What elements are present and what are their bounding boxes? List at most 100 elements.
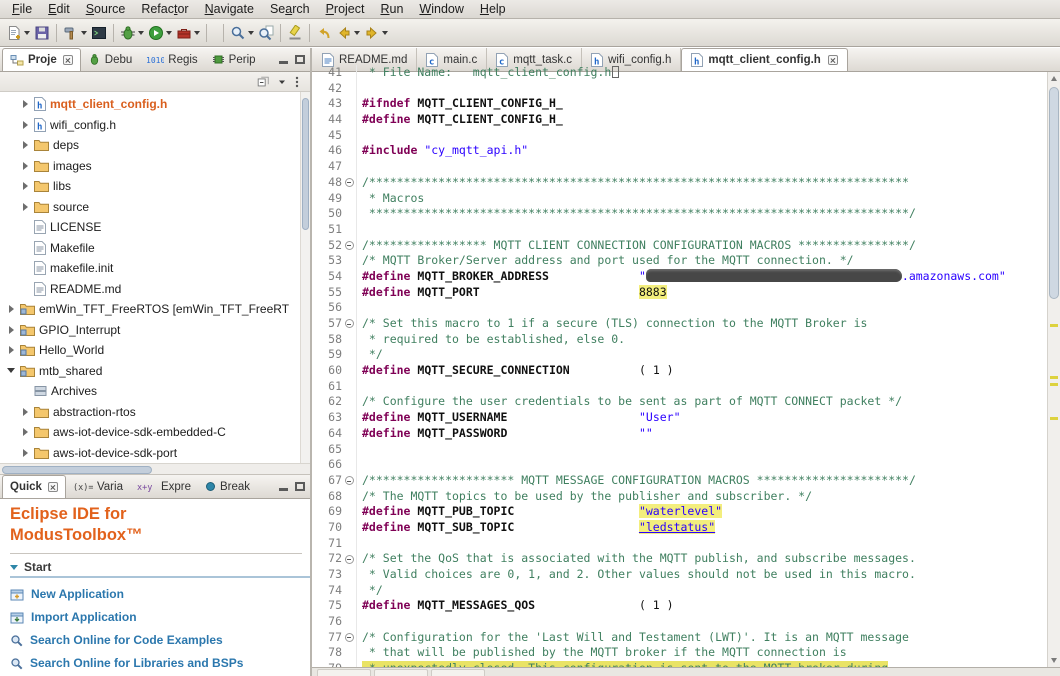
menu-project[interactable]: Project	[318, 0, 373, 18]
collapsed-arrow-icon[interactable]	[20, 141, 30, 149]
fold-marker[interactable]	[342, 630, 357, 646]
tree-item-source[interactable]: source	[0, 197, 299, 218]
open-element-button[interactable]	[256, 22, 276, 44]
fold-marker[interactable]	[342, 175, 357, 191]
scroll-up-icon[interactable]	[1051, 76, 1057, 81]
minimize-icon[interactable]	[279, 488, 288, 491]
search-button[interactable]	[228, 22, 256, 44]
search-dropdown-icon[interactable]	[248, 31, 254, 35]
link-search-online-for-libraries-and-bsps[interactable]: Search Online for Libraries and BSPs	[10, 656, 310, 670]
external-tools-button[interactable]	[174, 22, 202, 44]
menu-run[interactable]: Run	[372, 0, 411, 18]
run-button[interactable]	[146, 22, 174, 44]
collapsed-arrow-icon[interactable]	[20, 182, 30, 190]
menu-window[interactable]: Window	[411, 0, 471, 18]
menu-navigate[interactable]: Navigate	[197, 0, 262, 18]
debug-button[interactable]	[118, 22, 146, 44]
menu-refactor[interactable]: Refactor	[133, 0, 196, 18]
new-terminal-button[interactable]	[89, 22, 109, 44]
tree-item-mtb-shared[interactable]: mtb_shared	[0, 361, 299, 382]
editor-vertical-scrollbar[interactable]	[1047, 72, 1060, 667]
quick-tab-quick[interactable]: Quick	[2, 475, 66, 498]
menu-edit[interactable]: Edit	[40, 0, 78, 18]
back-button[interactable]	[334, 22, 362, 44]
new-dropdown-icon[interactable]	[24, 31, 30, 35]
tree-item-makefile-init[interactable]: makefile.init	[0, 258, 299, 279]
collapsed-arrow-icon[interactable]	[6, 326, 16, 334]
collapsed-arrow-icon[interactable]	[20, 100, 30, 108]
collapsed-arrow-icon[interactable]	[20, 449, 30, 457]
collapsed-arrow-icon[interactable]	[20, 203, 30, 211]
back-dropdown-icon[interactable]	[354, 31, 360, 35]
run-dropdown-icon[interactable]	[166, 31, 172, 35]
debug-dropdown-icon[interactable]	[138, 31, 144, 35]
external-tools-dropdown-icon[interactable]	[194, 31, 200, 35]
fold-marker[interactable]	[342, 473, 357, 489]
maximize-icon[interactable]	[295, 55, 305, 64]
collapsed-arrow-icon[interactable]	[20, 162, 30, 170]
tree-item-archives[interactable]: Archives	[0, 381, 299, 402]
tree-item-libs[interactable]: libs	[0, 176, 299, 197]
maximize-icon[interactable]	[295, 482, 305, 491]
view-tab-perip[interactable]: Perip	[205, 48, 263, 71]
link-search-online-for-code-examples[interactable]: Search Online for Code Examples	[10, 633, 310, 647]
editor-body[interactable]: 41 * File Name: mqtt_client_config.h4243…	[312, 72, 1060, 667]
tree-hscrollbar-thumb[interactable]	[2, 466, 152, 474]
collapsed-arrow-icon[interactable]	[20, 408, 30, 416]
mark-occurrences-button[interactable]	[285, 22, 305, 44]
close-icon[interactable]	[828, 55, 838, 65]
fold-marker[interactable]	[342, 316, 357, 332]
close-icon[interactable]	[63, 55, 73, 65]
link-import-application[interactable]: Import Application	[10, 610, 310, 624]
view-tab-regis[interactable]: 1010Regis	[139, 48, 204, 71]
collapsed-arrow-icon[interactable]	[20, 121, 30, 129]
menu-search[interactable]: Search	[262, 0, 318, 18]
tree-item-readme-md[interactable]: README.md	[0, 279, 299, 300]
quick-tab-expre[interactable]: x+yExpre	[130, 475, 198, 498]
tree-item-aws-iot-device-sdk-port[interactable]: aws-iot-device-sdk-port	[0, 443, 299, 464]
view-menu-button[interactable]	[294, 75, 300, 89]
view-tab-proje[interactable]: Proje	[2, 48, 81, 71]
fold-marker[interactable]	[342, 551, 357, 567]
tree-item-license[interactable]: LICENSE	[0, 217, 299, 238]
editor-scrollbar-thumb[interactable]	[1049, 87, 1059, 299]
new-button[interactable]	[4, 22, 32, 44]
forward-button[interactable]	[362, 22, 390, 44]
new-header-file-button[interactable]	[215, 22, 219, 44]
tree-horizontal-scrollbar[interactable]	[0, 463, 310, 475]
fold-marker[interactable]	[342, 238, 357, 254]
menu-help[interactable]: Help	[472, 0, 514, 18]
menu-file[interactable]: File	[4, 0, 40, 18]
build-dropdown-icon[interactable]	[81, 31, 87, 35]
tree-item-hello-world[interactable]: Hello_World	[0, 340, 299, 361]
link-new-application[interactable]: New Application	[10, 587, 310, 601]
start-section-header[interactable]: Start	[10, 558, 310, 578]
tree-item-deps[interactable]: deps	[0, 135, 299, 156]
last-edit-location-button[interactable]	[314, 22, 334, 44]
save-button[interactable]	[32, 22, 52, 44]
tree-vertical-scrollbar[interactable]	[300, 92, 310, 463]
tree-item-aws-iot-device-sdk-embedded-c[interactable]: aws-iot-device-sdk-embedded-C	[0, 422, 299, 443]
tree-item-abstraction-rtos[interactable]: abstraction-rtos	[0, 402, 299, 423]
view-tab-debu[interactable]: Debu	[81, 48, 140, 71]
tree-item-images[interactable]: images	[0, 156, 299, 177]
tree-item-mqtt-client-config-h[interactable]: hmqtt_client_config.h	[0, 94, 299, 115]
collapse-all-button[interactable]	[256, 75, 270, 89]
collapsed-arrow-icon[interactable]	[6, 346, 16, 354]
menu-source[interactable]: Source	[78, 0, 134, 18]
scroll-down-icon[interactable]	[1051, 658, 1057, 663]
code-area[interactable]: 41 * File Name: mqtt_client_config.h4243…	[312, 65, 1047, 667]
project-tree[interactable]: hmqtt_client_config.hhwifi_config.hdepsi…	[0, 92, 310, 463]
collapsed-arrow-icon[interactable]	[20, 428, 30, 436]
collapsed-arrow-icon[interactable]	[6, 305, 16, 313]
close-icon[interactable]	[48, 482, 58, 492]
tree-item-makefile[interactable]: Makefile	[0, 238, 299, 259]
view-pulldown-button[interactable]	[277, 77, 287, 87]
forward-dropdown-icon[interactable]	[382, 31, 388, 35]
tree-item-emwin-tft-freertos-emwin-tft-freert[interactable]: emWin_TFT_FreeRTOS [emWin_TFT_FreeRT	[0, 299, 299, 320]
tree-scrollbar-thumb[interactable]	[302, 98, 309, 230]
expanded-arrow-icon[interactable]	[6, 368, 16, 373]
quick-tab-break[interactable]: Break	[198, 475, 257, 498]
minimize-icon[interactable]	[279, 61, 288, 64]
quick-tab-varia[interactable]: (x)=Varia	[66, 475, 130, 498]
